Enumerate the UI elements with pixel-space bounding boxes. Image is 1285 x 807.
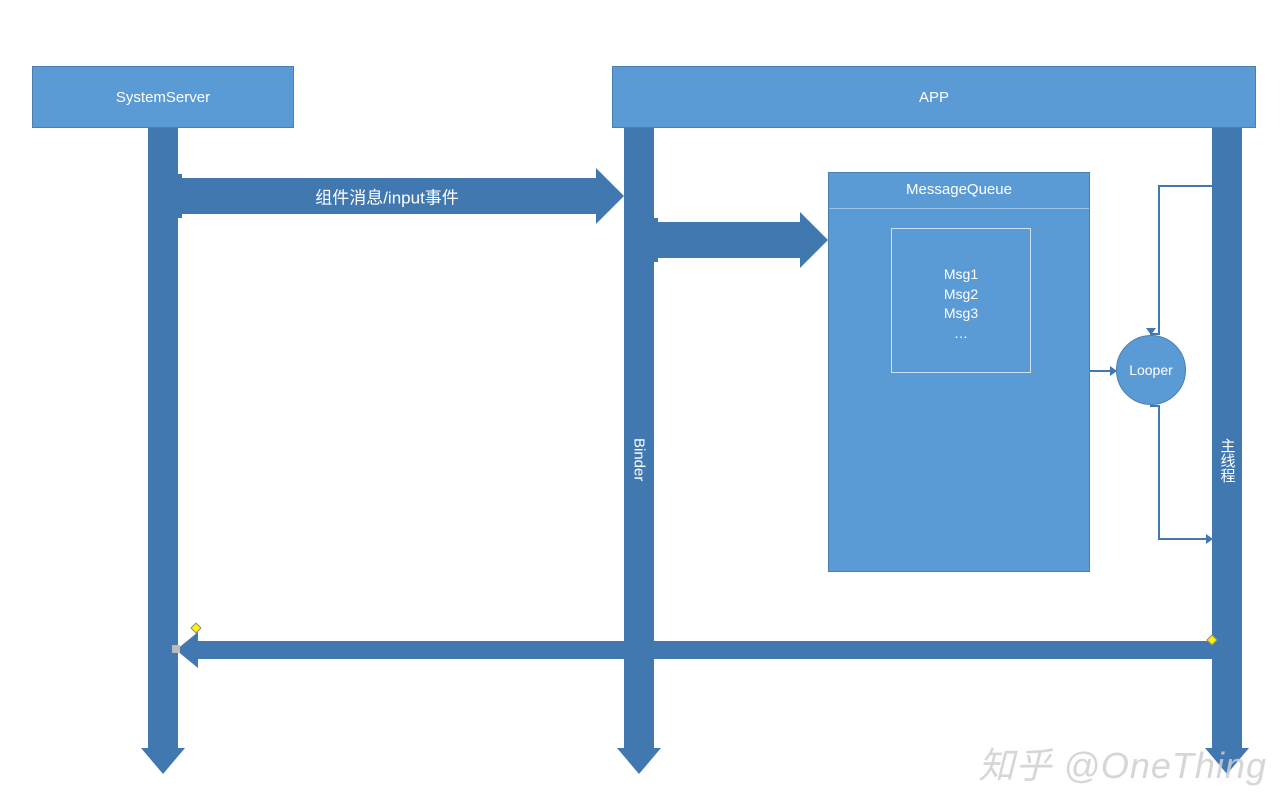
message-queue-title: MessageQueue (829, 173, 1089, 209)
app-label: APP (919, 89, 949, 106)
msg-item: Msg2 (892, 285, 1030, 305)
msg-item: Msg1 (892, 265, 1030, 285)
loop-top-h1 (1158, 185, 1212, 187)
watermark-text: 知乎 @OneThing (978, 737, 1267, 789)
binder-to-queue-arrow (654, 222, 800, 258)
message-queue-box: MessageQueue Msg1 Msg2 Msg3 … (828, 172, 1090, 572)
loop-top-joint (1150, 333, 1160, 335)
system-server-label: SystemServer (116, 89, 210, 106)
input-event-arrow: 组件消息/input事件 (178, 178, 596, 214)
looper-node: Looper (1116, 335, 1186, 405)
system-server-lifeline (148, 128, 178, 748)
loop-bot-v (1158, 405, 1160, 540)
msg-item: Msg3 (892, 304, 1030, 324)
loop-bot-joint (1150, 405, 1160, 407)
loop-top-v (1158, 185, 1160, 335)
return-arrow (198, 641, 1213, 659)
input-event-arrow-label: 组件消息/input事件 (178, 184, 596, 209)
system-server-header: SystemServer (32, 66, 294, 128)
message-list-box: Msg1 Msg2 Msg3 … (891, 228, 1031, 373)
msg-item: … (892, 324, 1030, 344)
app-header: APP (612, 66, 1256, 128)
resize-handle-icon (172, 645, 180, 653)
queue-to-looper-arrow (1090, 370, 1110, 372)
looper-label: Looper (1129, 362, 1173, 378)
main-thread-lifeline-label: 主线程 (1212, 400, 1242, 520)
loop-bot-to-mainthread (1158, 538, 1206, 540)
binder-lifeline-label: Binder (624, 400, 654, 520)
